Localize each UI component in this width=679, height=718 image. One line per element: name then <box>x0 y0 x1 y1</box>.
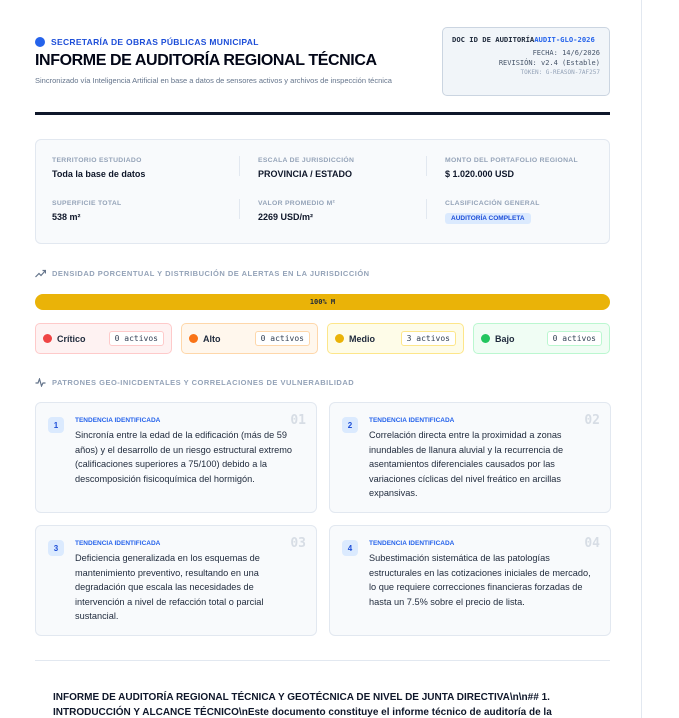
trend-tag: TENDENCIA IDENTIFICADA <box>369 417 455 424</box>
patterns-section-title: PATRONES GEO-INICDENTALES Y CORRELACIONE… <box>52 378 355 387</box>
status-dot-icon <box>35 37 45 47</box>
portfolio-value: $ 1.020.000 USD <box>445 169 515 179</box>
high-dot-icon <box>189 334 198 343</box>
doc-revision: REVISIÓN: v2.4 (Estable) <box>498 59 600 67</box>
classification-cell: CLASIFICACIÓN GENERAL AUDITORÍA COMPLETA <box>445 200 540 225</box>
severity-critical: Crítico 0 activos <box>35 323 172 354</box>
page-title: INFORME DE AUDITORÍA REGIONAL TÉCNICA <box>35 52 377 69</box>
portfolio-label: MONTO DEL PORTAFOLIO REGIONAL <box>445 157 578 164</box>
area-value: 538 m² <box>52 212 81 222</box>
page-subtitle: Sincronizado vía Inteligencia Artificial… <box>35 76 392 85</box>
doc-token: TOKEN: G-REASON-7AF257 <box>520 69 600 76</box>
classification-label: CLASIFICACIÓN GENERAL <box>445 200 540 207</box>
severity-high: Alto 0 activos <box>181 323 318 354</box>
low-dot-icon <box>481 334 490 343</box>
trend-ghost-number: 03 <box>290 536 306 551</box>
density-section-title: DENSIDAD PORCENTUAL Y DISTRIBUCIÓN DE AL… <box>52 269 370 278</box>
report-body-text: INFORME DE AUDITORÍA REGIONAL TÉCNICA Y … <box>53 692 552 718</box>
trend-ghost-number: 02 <box>584 413 600 428</box>
classification-badge: AUDITORÍA COMPLETA <box>445 213 531 224</box>
trend-card: 4 TENDENCIA IDENTIFICADA 04 Subestimació… <box>329 525 611 636</box>
summary-divider <box>426 156 427 176</box>
summary-divider <box>426 199 427 219</box>
severity-name: Alto <box>203 333 221 344</box>
alert-density-fill: 100% M <box>35 294 610 310</box>
critical-dot-icon <box>43 334 52 343</box>
severity-name: Crítico <box>57 333 86 344</box>
severity-low: Bajo 0 activos <box>473 323 610 354</box>
trend-number-badge: 4 <box>342 540 358 556</box>
trend-description: Subestimación sistemática de las patolog… <box>369 553 591 607</box>
trend-tag: TENDENCIA IDENTIFICADA <box>75 540 161 547</box>
trend-description: Correlación directa entre la proximidad … <box>369 430 564 498</box>
trend-ghost-number: 04 <box>584 536 600 551</box>
trend-card: 1 TENDENCIA IDENTIFICADA 01 Sincronía en… <box>35 402 317 513</box>
summary-card: TERRITORIO ESTUDIADO Toda la base de dat… <box>35 139 610 244</box>
scale-value: PROVINCIA / ESTADO <box>258 169 353 179</box>
doc-date: FECHA: 14/6/2026 <box>532 49 600 57</box>
area-cell: SUPERFICIE TOTAL 538 m² <box>52 200 122 222</box>
severity-name: Medio <box>349 333 375 344</box>
summary-divider <box>239 199 240 219</box>
scale-cell: ESCALA DE JURISDICCIÓN PROVINCIA / ESTAD… <box>258 157 354 179</box>
trend-description: Deficiencia generalizada en los esquemas… <box>75 553 264 621</box>
trending-up-icon <box>35 269 46 278</box>
activity-pulse-icon <box>35 378 46 387</box>
alert-density-label: 100% M <box>309 298 336 306</box>
trend-ghost-number: 01 <box>290 413 306 428</box>
report-sheet: SECRETARÍA DE OBRAS PÚBLICAS MUNICIPAL I… <box>0 0 642 718</box>
organization-name: SECRETARÍA DE OBRAS PÚBLICAS MUNICIPAL <box>51 37 259 47</box>
patterns-section-header: PATRONES GEO-INICDENTALES Y CORRELACIONE… <box>35 378 354 387</box>
trend-number-badge: 3 <box>48 540 64 556</box>
avg-cell: VALOR PROMEDIO M² 2269 USD/m² <box>258 200 335 222</box>
territory-label: TERRITORIO ESTUDIADO <box>52 157 142 164</box>
trend-card: 3 TENDENCIA IDENTIFICADA 03 Deficiencia … <box>35 525 317 636</box>
territory-cell: TERRITORIO ESTUDIADO Toda la base de dat… <box>52 157 145 179</box>
trend-card: 2 TENDENCIA IDENTIFICADA 02 Correlación … <box>329 402 611 513</box>
doc-id-label: DOC ID DE AUDITORÍA <box>452 35 535 44</box>
territory-value: Toda la base de datos <box>52 169 146 179</box>
header-divider <box>35 112 610 115</box>
severity-count: 0 activos <box>108 331 164 346</box>
medium-dot-icon <box>335 334 344 343</box>
trend-number-badge: 2 <box>342 417 358 433</box>
density-section-header: DENSIDAD PORCENTUAL Y DISTRIBUCIÓN DE AL… <box>35 269 370 278</box>
avg-label: VALOR PROMEDIO M² <box>258 200 336 207</box>
severity-name: Bajo <box>495 333 515 344</box>
page-margin <box>642 0 679 718</box>
document-id-box: DOC ID DE AUDITORÍAAUDIT-GLO-2026 FECHA:… <box>442 27 610 96</box>
trend-tag: TENDENCIA IDENTIFICADA <box>75 417 161 424</box>
section-divider <box>35 660 610 661</box>
alert-density-bar: 100% M <box>35 294 610 310</box>
avg-value: 2269 USD/m² <box>258 212 314 222</box>
severity-count: 0 activos <box>254 331 310 346</box>
scale-label: ESCALA DE JURISDICCIÓN <box>258 157 355 164</box>
severity-medium: Medio 3 activos <box>327 323 464 354</box>
organization-header: SECRETARÍA DE OBRAS PÚBLICAS MUNICIPAL <box>35 37 259 47</box>
area-label: SUPERFICIE TOTAL <box>52 200 122 207</box>
doc-id-value: AUDIT-GLO-2026 <box>534 35 595 44</box>
summary-divider <box>239 156 240 176</box>
severity-count: 0 activos <box>546 331 602 346</box>
doc-id-row: DOC ID DE AUDITORÍAAUDIT-GLO-2026 <box>452 35 600 44</box>
severity-count: 3 activos <box>400 331 456 346</box>
trend-number-badge: 1 <box>48 417 64 433</box>
trend-tag: TENDENCIA IDENTIFICADA <box>369 540 455 547</box>
portfolio-cell: MONTO DEL PORTAFOLIO REGIONAL $ 1.020.00… <box>445 157 578 179</box>
trend-description: Sincronía entre la edad de la edificació… <box>75 430 293 484</box>
